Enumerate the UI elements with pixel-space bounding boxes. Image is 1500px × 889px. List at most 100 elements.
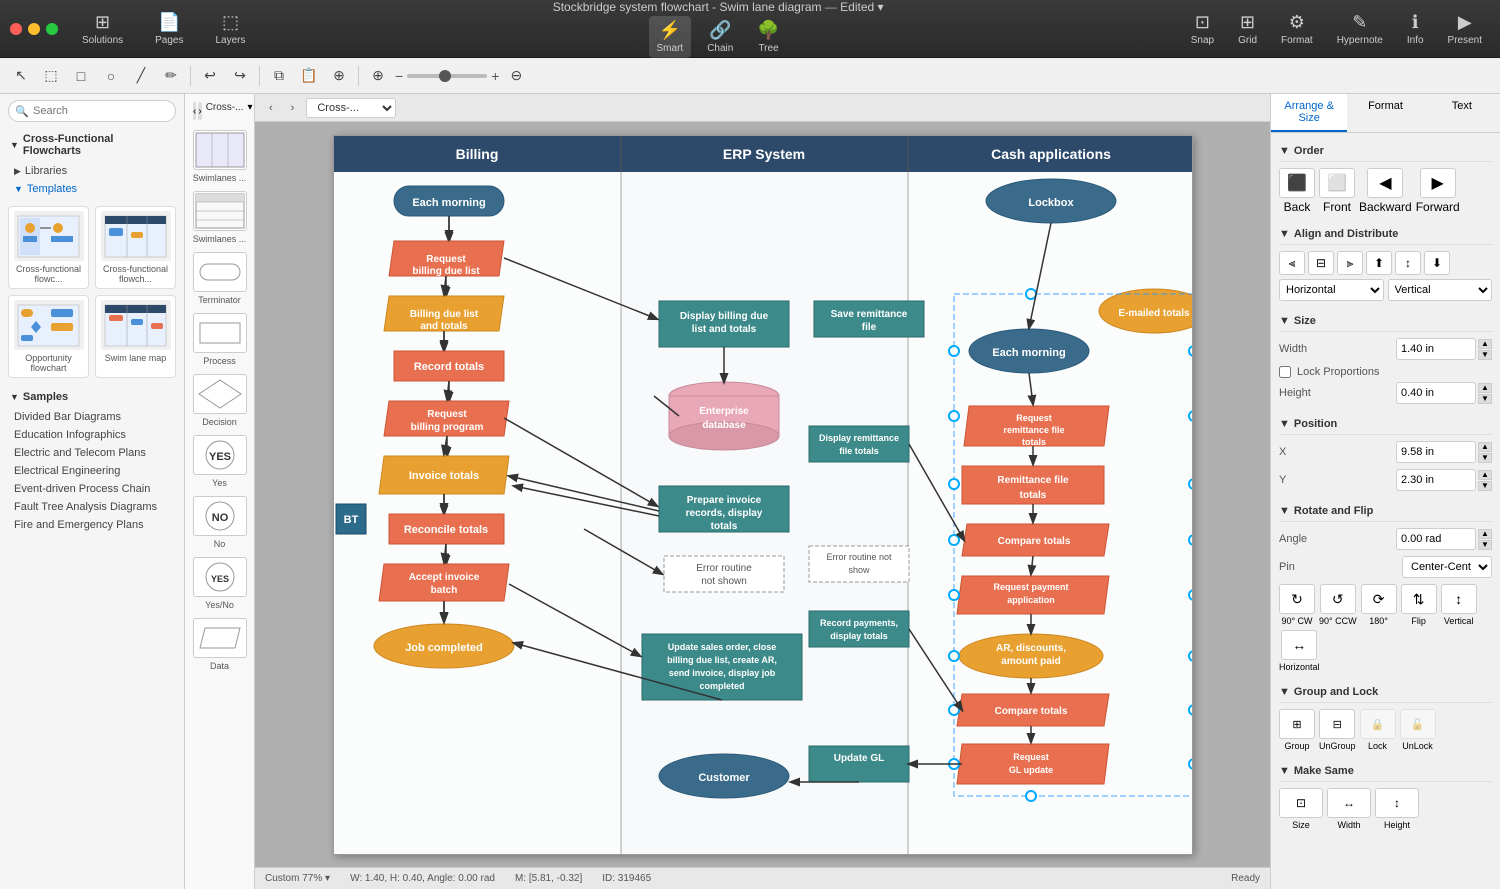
connect-tool[interactable]: ⊕ [326,63,352,89]
order-forward-btn[interactable]: ▶ Forward [1416,168,1460,214]
nav-forward[interactable]: › [198,102,201,120]
order-back-btn[interactable]: ⬛ Back [1279,168,1315,214]
maximize-button[interactable] [46,23,58,35]
zoom-minus[interactable]: − [395,68,403,84]
angle-down[interactable]: ▼ [1478,540,1492,550]
pin-select[interactable]: Center-Center [1402,556,1492,578]
shape-no[interactable]: NO No [189,496,250,549]
make-same-title[interactable]: ▼ Make Same [1279,761,1492,782]
sidebar-item-education[interactable]: Education Infographics [0,426,184,444]
group-btn[interactable]: ⊞ Group [1279,709,1315,751]
lock-btn[interactable]: 🔒 Lock [1360,709,1396,751]
make-same-size-btn[interactable]: ⊡ Size [1279,788,1323,830]
shape-decision[interactable]: Decision [189,374,250,427]
vertical-select[interactable]: Vertical [1388,279,1493,301]
zoom-in-tool[interactable]: ⊕ [365,63,391,89]
undo-tool[interactable]: ↩ [197,63,223,89]
sidebar-item-libraries[interactable]: ▶ Libraries [0,162,184,180]
y-input[interactable] [1396,469,1476,491]
template-thumb-1[interactable]: Cross-functional flowc... [8,206,89,289]
sidebar-item-electrical[interactable]: Electrical Engineering [0,462,184,480]
shape-swimlanes-1[interactable]: Swimlanes ... [189,130,250,183]
rotate-90cw-btn[interactable]: ↻ 90° CW [1279,584,1315,626]
paste-tool[interactable]: 📋 [296,63,322,89]
unlock-btn[interactable]: 🔓 UnLock [1400,709,1436,751]
pages-button[interactable]: 📄 Pages [147,8,191,50]
select-tool[interactable]: ↖ [8,63,34,89]
zoom-plus[interactable]: + [491,68,499,84]
position-title[interactable]: ▼ Position [1279,414,1492,435]
diagram-canvas[interactable]: Billing ERP System Cash applications BT … [255,122,1270,867]
rotate-180-btn[interactable]: ⟳ 180° [1361,584,1397,626]
sidebar-item-templates[interactable]: ▼ Templates [0,180,184,198]
minimize-button[interactable] [28,23,40,35]
height-up[interactable]: ▲ [1478,383,1492,393]
align-bottom-btn[interactable]: ⬇ [1424,251,1450,275]
zoom-label[interactable]: Custom 77% ▾ [265,873,330,884]
align-top-btn[interactable]: ⬆ [1366,251,1392,275]
align-center-btn[interactable]: ⊟ [1308,251,1334,275]
size-title[interactable]: ▼ Size [1279,311,1492,332]
angle-up[interactable]: ▲ [1478,529,1492,539]
group-title[interactable]: ▼ Group and Lock [1279,682,1492,703]
sidebar-item-divided-bar[interactable]: Divided Bar Diagrams [0,408,184,426]
solutions-button[interactable]: ⊞ Solutions [74,8,131,50]
ellipse-tool[interactable]: ○ [98,63,124,89]
nav-back[interactable]: ‹ [193,102,196,120]
width-input[interactable] [1396,338,1476,360]
grid-button[interactable]: ⊞ Grid [1230,8,1265,50]
snap-button[interactable]: ⊡ Snap [1183,8,1222,50]
sidebar-item-event-driven[interactable]: Event-driven Process Chain [0,480,184,498]
rect-tool[interactable]: □ [68,63,94,89]
height-down[interactable]: ▼ [1478,394,1492,404]
flip-btn[interactable]: ⇅ Flip [1401,584,1437,626]
order-title[interactable]: ▼ Order [1279,141,1492,162]
present-button[interactable]: ▶ Present [1440,8,1490,50]
x-down[interactable]: ▼ [1478,453,1492,463]
tab-arrange[interactable]: Arrange & Size [1271,94,1347,132]
sidebar-item-fault-tree[interactable]: Fault Tree Analysis Diagrams [0,498,184,516]
template-thumb-3[interactable]: Opportunity flowchart [8,295,89,378]
y-down[interactable]: ▼ [1478,481,1492,491]
align-middle-btn[interactable]: ↕ [1395,251,1421,275]
shape-terminator[interactable]: Terminator [189,252,250,305]
diagram-select[interactable]: Cross-... [306,98,396,118]
angle-input[interactable] [1396,528,1476,550]
pen-tool[interactable]: ✏ [158,63,184,89]
zoom-slider-thumb[interactable] [439,70,451,82]
x-up[interactable]: ▲ [1478,442,1492,452]
zoom-out-tool[interactable]: ⊖ [503,63,529,89]
align-right-btn[interactable]: ⫸ [1337,251,1363,275]
horizontal-select[interactable]: Horizontal [1279,279,1384,301]
sidebar-item-cross-functional[interactable]: ▼ Cross-Functional Flowcharts [0,128,184,162]
width-up[interactable]: ▲ [1478,339,1492,349]
redo-tool[interactable]: ↪ [227,63,253,89]
lock-proportions-checkbox[interactable] [1279,366,1291,378]
nav-back-btn[interactable]: ‹ [263,100,279,116]
shape-swimlanes-2[interactable]: Swimlanes ... [189,191,250,244]
tab-format[interactable]: Format [1347,94,1423,132]
zoom-slider[interactable] [407,74,487,78]
template-thumb-2[interactable]: Cross-functional flowch... [95,206,176,289]
layers-button[interactable]: ⬚ Layers [208,8,254,50]
smart-button[interactable]: ⚡ Smart [649,16,692,58]
height-input[interactable] [1396,382,1476,404]
info-button[interactable]: ℹ Info [1399,8,1432,50]
tab-text[interactable]: Text [1424,94,1500,132]
nav-forward-btn[interactable]: › [285,100,301,116]
close-button[interactable] [10,23,22,35]
rotate-title[interactable]: ▼ Rotate and Flip [1279,501,1492,522]
format-button[interactable]: ⚙ Format [1273,8,1321,50]
select-area-tool[interactable]: ⬚ [38,63,64,89]
align-left-btn[interactable]: ⫷ [1279,251,1305,275]
width-down[interactable]: ▼ [1478,350,1492,360]
shape-yesno[interactable]: YES Yes/No [189,557,250,610]
shape-yes[interactable]: YES Yes [189,435,250,488]
make-same-width-btn[interactable]: ↔ Width [1327,788,1371,830]
chain-button[interactable]: 🔗 Chain [699,16,741,58]
line-tool[interactable]: ╱ [128,63,154,89]
shape-data[interactable]: Data [189,618,250,671]
x-input[interactable] [1396,441,1476,463]
horizontal-btn[interactable]: ↔ Horizontal [1279,630,1320,672]
align-title[interactable]: ▼ Align and Distribute [1279,224,1492,245]
